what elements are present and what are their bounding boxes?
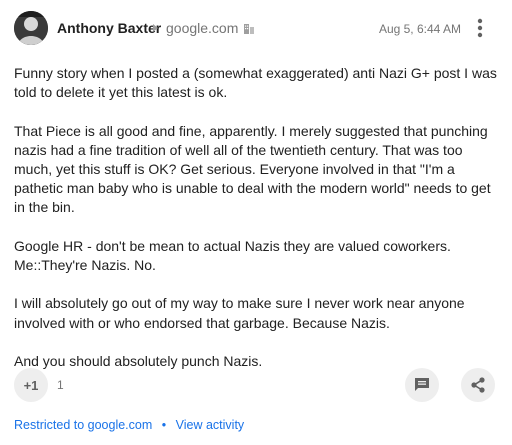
footer-separator: • [161,418,167,432]
view-activity-link[interactable]: View activity [176,418,245,432]
visibility-link[interactable]: Restricted to google.com [14,418,152,432]
post-card: Anthony Baxter google.com Aug 5, 6:44 AM… [0,0,512,445]
post-paragraph: I will absolutely go out of my way to ma… [14,295,465,331]
plus-one-button[interactable]: +1 [14,368,48,402]
post-actions: +1 1 [0,366,512,406]
post-body: Funny story when I posted a (somewhat ex… [14,64,498,390]
comment-icon [415,378,429,391]
author-name[interactable]: Anthony Baxter [57,20,161,36]
share-button[interactable] [461,368,495,402]
post-footer: Restricted to google.com • View activity [14,418,244,432]
post-paragraph: Google HR - don't be mean to actual Nazi… [14,237,451,273]
plus-one-count: 1 [57,378,64,392]
community-link[interactable]: google.com [166,20,238,36]
post-timestamp[interactable]: Aug 5, 6:44 AM [379,22,461,36]
post-header: Anthony Baxter google.com Aug 5, 6:44 AM [0,0,512,60]
more-vert-icon[interactable] [470,16,490,40]
avatar[interactable] [14,11,48,45]
arrow-right-icon [153,24,158,32]
share-icon [471,377,485,393]
post-paragraph: Funny story when I posted a (somewhat ex… [14,65,497,101]
building-icon [244,24,254,34]
post-paragraph: That Piece is all good and fine, apparen… [14,122,491,216]
comment-button[interactable] [405,368,439,402]
